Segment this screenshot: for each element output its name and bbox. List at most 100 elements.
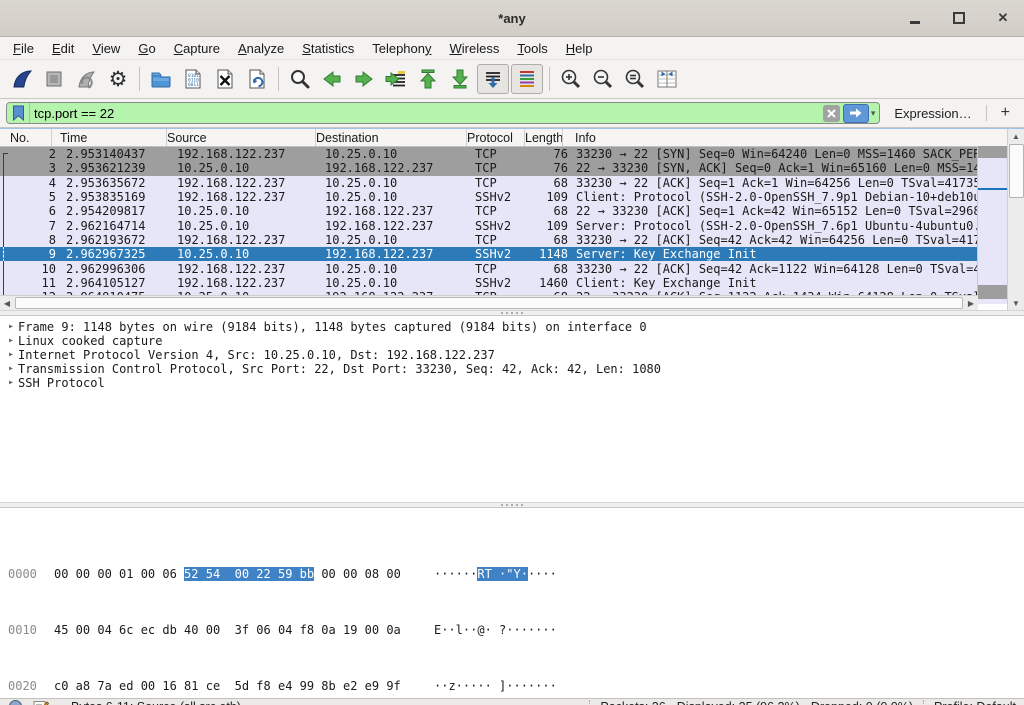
go-to-top-button[interactable] [413,64,443,94]
filter-bookmark-button[interactable] [7,103,30,123]
statusbar: Bytes 6-11: Source (sll.src.eth) Packets… [0,698,1024,705]
detail-row[interactable]: ▸ Transmission Control Protocol, Src Por… [0,362,1024,376]
related-packet-indicator [0,247,10,261]
start-capture-button[interactable] [7,64,37,94]
expand-triangle-icon[interactable]: ▸ [4,320,18,334]
auto-scroll-button[interactable] [477,64,509,94]
packet-row[interactable]: 10 2.962996306 192.168.122.237 10.25.0.1… [0,261,978,275]
horizontal-scrollbar-thumb[interactable] [15,297,963,309]
close-file-button[interactable] [210,64,240,94]
expand-triangle-icon[interactable]: ▸ [4,362,18,376]
scroll-up-arrow-icon[interactable]: ▲ [1008,129,1024,143]
zoom-out-button[interactable] [588,64,618,94]
menu-item[interactable]: Telephony [363,37,440,59]
profile-text[interactable]: Profile: Default [934,700,1016,705]
zoom-original-icon [623,67,647,91]
menu-item[interactable]: Tools [508,37,556,59]
column-header[interactable]: No. [0,129,52,146]
packet-row[interactable]: 11 2.964105127 192.168.122.237 10.25.0.1… [0,276,978,290]
packet-row[interactable]: 3 2.953621239 10.25.0.10 192.168.122.237… [0,161,978,175]
minimize-button[interactable] [904,7,926,29]
intelligent-scrollbar-minimap[interactable] [977,146,1008,310]
field-status-text: Bytes 6-11: Source (sll.src.eth) [59,700,241,705]
colorize-packets-button[interactable] [511,64,543,94]
scroll-right-arrow-icon[interactable]: ▶ [964,296,978,310]
open-file-button[interactable] [146,64,176,94]
packet-list-vertical-scrollbar[interactable]: ▲ ▼ [1007,129,1024,310]
go-to-packet-button[interactable] [381,64,411,94]
go-forward-button[interactable] [349,64,379,94]
filter-history-caret[interactable]: ▾ [871,108,880,119]
vertical-scrollbar-thumb[interactable] [1009,144,1024,198]
length-cell: 1460 [532,276,570,290]
display-filter-input[interactable] [30,106,823,121]
column-header[interactable]: Protocol [467,129,525,146]
expand-triangle-icon[interactable]: ▸ [4,376,18,390]
capture-comment-icon[interactable] [33,699,49,705]
go-to-bottom-button[interactable] [445,64,475,94]
column-header[interactable]: Info [563,129,1008,146]
detail-row[interactable]: ▸ Linux cooked capture [0,334,1024,348]
expert-info-icon[interactable] [8,699,23,705]
protocol-cell: TCP [475,204,532,218]
stop-capture-button[interactable] [39,64,69,94]
menu-item[interactable]: View [83,37,129,59]
menu-item[interactable]: Statistics [293,37,363,59]
time-cell: 2.954209817 [62,204,177,218]
expression-button[interactable]: Expression… [886,106,979,121]
reload-file-button[interactable] [242,64,272,94]
packet-row[interactable]: 4 2.953635672 192.168.122.237 10.25.0.10… [0,176,978,190]
restart-capture-button[interactable] [71,64,101,94]
close-icon: ✕ [998,10,1009,26]
wireshark-window: *any ✕ File Edit View Go Capture Analyze… [0,0,1024,705]
protocol-cell: SSHv2 [475,219,532,233]
detail-row[interactable]: ▸ SSH Protocol [0,376,1024,390]
resize-columns-button[interactable] [652,64,682,94]
packet-row[interactable]: 7 2.962164714 10.25.0.10 192.168.122.237… [0,218,978,232]
filter-clear-button[interactable] [823,105,840,122]
packet-row[interactable]: 9 2.962967325 10.25.0.10 192.168.122.237… [0,247,978,261]
menu-item[interactable]: Help [557,37,602,59]
menu-item[interactable]: Edit [43,37,83,59]
column-header[interactable]: Time [52,129,167,146]
column-header[interactable]: Length [525,129,563,146]
add-filter-button[interactable]: + [993,104,1018,122]
menu-item[interactable]: Wireless [441,37,509,59]
hex-row[interactable]: 0020 c0 a8 7a ed 00 16 81 ce 5d f8 e4 99… [0,679,1024,693]
expand-triangle-icon[interactable]: ▸ [4,334,18,348]
column-header[interactable]: Source [167,129,316,146]
save-file-button[interactable]: 010101100011 [178,64,208,94]
maximize-button[interactable] [948,7,970,29]
menu-item[interactable]: Capture [165,37,229,59]
destination-cell: 10.25.0.10 [325,190,475,204]
hex-row[interactable]: 0010 45 00 04 6c ec db 40 00 3f 06 04 f8… [0,623,1024,637]
packet-row[interactable]: 8 2.962193672 192.168.122.237 10.25.0.10… [0,233,978,247]
hex-row[interactable]: 0000 00 00 00 01 00 06 52 54 00 22 59 bb… [0,567,1024,581]
column-header[interactable]: Destination [316,129,467,146]
expand-triangle-icon[interactable]: ▸ [4,348,18,362]
menu-item[interactable]: File [4,37,43,59]
filter-apply-button[interactable] [843,104,869,123]
packet-row[interactable]: 6 2.954209817 10.25.0.10 192.168.122.237… [0,204,978,218]
go-back-button[interactable] [317,64,347,94]
packet-row[interactable]: 2 2.953140437 192.168.122.237 10.25.0.10… [0,147,978,161]
packet-number-cell: 2 [10,147,62,161]
detail-row[interactable]: ▸ Frame 9: 1148 bytes on wire (9184 bits… [0,320,1024,334]
detail-row[interactable]: ▸ Internet Protocol Version 4, Src: 10.2… [0,348,1024,362]
zoom-original-button[interactable] [620,64,650,94]
go-back-icon [320,67,344,91]
packet-row[interactable]: 5 2.953835169 192.168.122.237 10.25.0.10… [0,190,978,204]
length-cell: 68 [532,204,570,218]
zoom-in-button[interactable] [556,64,586,94]
packet-list-horizontal-scrollbar[interactable]: ◀ ▶ [0,295,978,310]
close-button[interactable]: ✕ [992,7,1014,29]
find-packet-button[interactable] [285,64,315,94]
menu-item[interactable]: Go [129,37,164,59]
scroll-down-arrow-icon[interactable]: ▼ [1008,296,1024,310]
related-packet-indicator [0,176,10,190]
menu-item[interactable]: Analyze [229,37,293,59]
source-cell: 192.168.122.237 [177,276,325,290]
scroll-left-arrow-icon[interactable]: ◀ [0,296,14,310]
capture-options-button[interactable]: ⚙ [103,64,133,94]
length-cell: 68 [532,176,570,190]
